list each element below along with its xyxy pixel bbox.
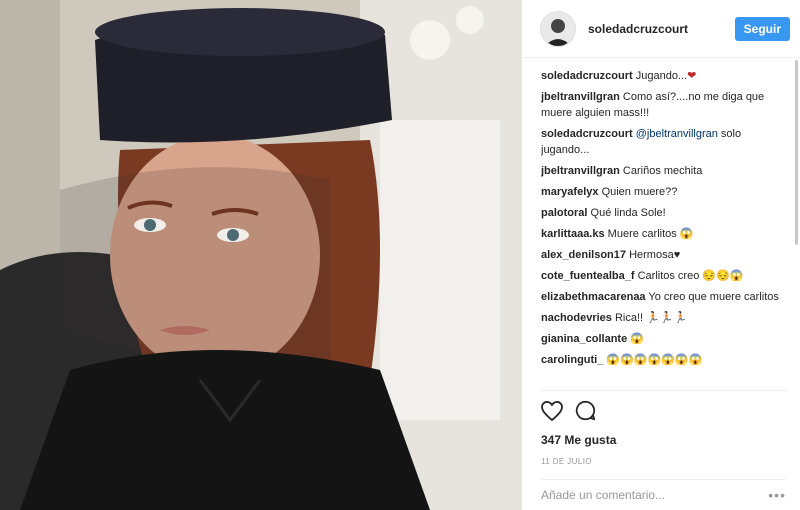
comment-text: Yo creo que muere carlitos	[648, 291, 779, 303]
heart-emoji-icon: ♥	[673, 249, 681, 261]
emoji-icon: 😱	[630, 333, 644, 345]
comment-username[interactable]: cote_fuentealba_f	[541, 270, 635, 282]
comment-text: Hermosa	[629, 249, 674, 261]
comment-item: elizabethmacarenaa Yo creo que muere car…	[541, 289, 786, 305]
post-date: 11 DE JULIO	[541, 457, 592, 466]
post-actions: 347 Me gusta 11 DE JULIO	[541, 390, 786, 466]
comment-item: jbeltranvillgran Cariños mechita	[541, 163, 786, 179]
comment-icon-glyph	[575, 400, 596, 421]
emoji-icon: 😱	[679, 228, 694, 240]
comment-username[interactable]: jbeltranvillgran	[541, 165, 620, 177]
comment-item: soledadcruzcourt Jugando...❤	[541, 68, 786, 84]
comment-username[interactable]: soledadcruzcourt	[541, 128, 633, 140]
instagram-post-view: soledadcruzcourt Seguir soledadcruzcourt…	[0, 0, 800, 510]
emoji-icon: 🏃🏻🏃🏻🏃🏻	[646, 312, 688, 324]
comment-text: Carlitos creo	[637, 270, 700, 282]
comment-item: jbeltranvillgran Como así?....no me diga…	[541, 89, 786, 121]
comment-icon[interactable]	[575, 400, 596, 426]
comment-text: Rica!!	[614, 312, 644, 324]
post-header: soledadcruzcourt Seguir	[522, 0, 800, 58]
comment-username[interactable]: alex_denilson17	[541, 249, 626, 261]
comment-item: alex_denilson17 Hermosa♥	[541, 247, 786, 263]
comment-item: soledadcruzcourt @jbeltranvillgran solo …	[541, 126, 786, 158]
comment-username[interactable]: jbeltranvillgran	[541, 91, 620, 103]
heart-icon-glyph	[541, 400, 563, 421]
post-photo[interactable]	[0, 0, 521, 510]
comment-text: Muere carlitos	[607, 228, 677, 240]
comment-username[interactable]: nachodevries	[541, 312, 612, 324]
comment-item: cote_fuentealba_f Carlitos creo 😔😔😱	[541, 268, 786, 284]
follow-button[interactable]: Seguir	[734, 16, 790, 41]
header-username[interactable]: soledadcruzcourt	[588, 22, 735, 36]
action-icons	[541, 400, 786, 426]
avatar-image	[541, 11, 575, 46]
photo-illustration	[0, 0, 521, 510]
comment-item: palotoral Qué linda Sole!	[541, 205, 786, 221]
comment-text: Quien muere??	[601, 186, 678, 198]
heart-icon[interactable]	[541, 400, 563, 426]
more-options-icon[interactable]: •••	[768, 487, 786, 503]
avatar[interactable]	[540, 10, 576, 47]
comment-item: carolinguti_ 😱😱😱😱😱😱😱	[541, 352, 786, 368]
comment-mention[interactable]: @jbeltranvillgran	[636, 128, 718, 140]
add-comment-bar: Añade un comentario... •••	[541, 479, 786, 510]
comment-item: gianina_collante 😱	[541, 331, 786, 347]
comment-item: karlittaaa.ks Muere carlitos 😱	[541, 226, 786, 242]
comment-item: maryafelyx Quien muere??	[541, 184, 786, 200]
comment-username[interactable]: gianina_collante	[541, 333, 627, 345]
comment-username[interactable]: elizabethmacarenaa	[541, 291, 646, 303]
comment-item: nachodevries Rica!! 🏃🏻🏃🏻🏃🏻	[541, 310, 786, 326]
comment-username[interactable]: carolinguti_	[541, 354, 603, 366]
comment-username[interactable]: soledadcruzcourt	[541, 70, 633, 82]
comment-text: Jugando...	[635, 70, 688, 82]
emoji-icon: 😔😔😱	[702, 270, 744, 282]
like-count[interactable]: 347 Me gusta	[541, 433, 786, 447]
comment-username[interactable]: maryafelyx	[541, 186, 599, 198]
add-comment-input[interactable]: Añade un comentario...	[541, 488, 768, 502]
comment-text: Qué linda Sole!	[590, 207, 666, 219]
heart-emoji-icon: ❤	[687, 70, 697, 82]
comments-scrollbar[interactable]	[795, 60, 798, 245]
comments-list: soledadcruzcourt Jugando...❤ jbeltranvil…	[541, 68, 786, 386]
emoji-icon: 😱😱😱😱😱😱😱	[606, 354, 703, 366]
comment-text: Cariños mechita	[622, 165, 703, 177]
comment-username[interactable]: karlittaaa.ks	[541, 228, 605, 240]
comment-username[interactable]: palotoral	[541, 207, 587, 219]
post-sidebar: soledadcruzcourt Seguir soledadcruzcourt…	[521, 0, 800, 510]
